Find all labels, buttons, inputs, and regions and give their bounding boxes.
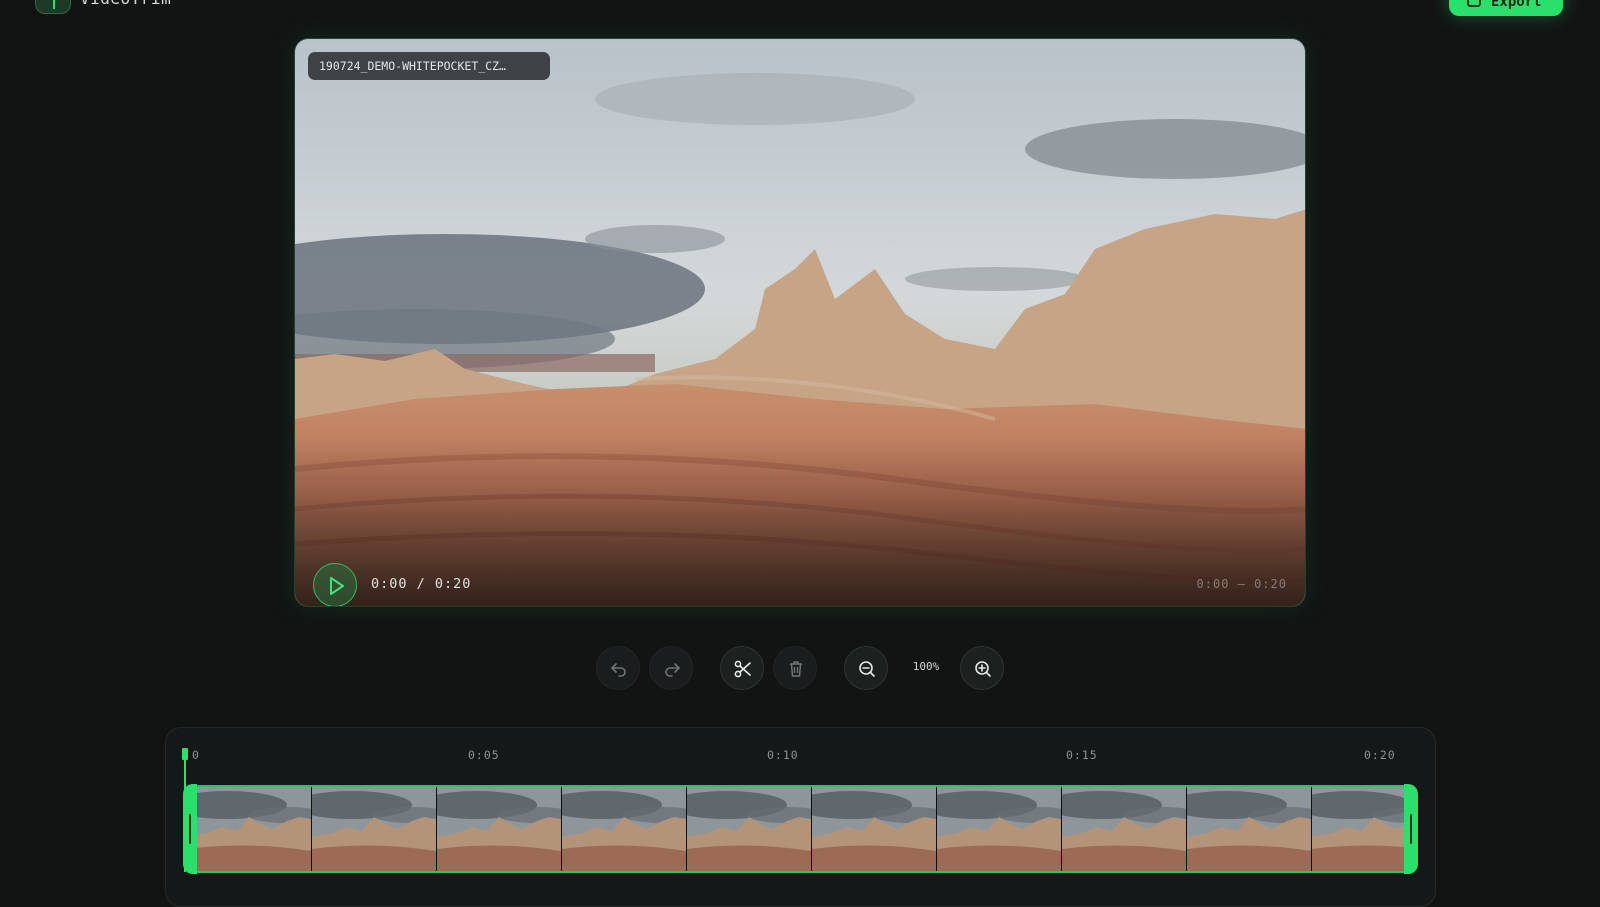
undo-button[interactable] bbox=[596, 646, 640, 690]
app-logo bbox=[35, 0, 71, 14]
zoom-level: 100% bbox=[912, 660, 940, 673]
filmstrip-frame bbox=[1062, 787, 1187, 871]
tick-label: 0:10 bbox=[767, 748, 799, 762]
playhead-knob[interactable] bbox=[182, 748, 188, 760]
export-icon bbox=[1467, 0, 1481, 7]
logo-icon bbox=[53, 0, 55, 9]
undo-icon bbox=[610, 663, 626, 677]
video-frame bbox=[295, 39, 1305, 606]
filmstrip[interactable] bbox=[185, 785, 1417, 873]
tick-label: 0:05 bbox=[468, 748, 500, 762]
filmstrip-frame bbox=[1312, 787, 1415, 871]
grip-icon bbox=[1410, 814, 1412, 844]
current-time-display: 0:00 / 0:20 bbox=[371, 576, 472, 592]
trim-end-handle[interactable] bbox=[1404, 784, 1418, 874]
filmstrip-frame bbox=[437, 787, 562, 871]
play-icon bbox=[330, 577, 344, 595]
redo-button[interactable] bbox=[649, 646, 693, 690]
trim-range-display: 0:00 – 0:20 bbox=[1196, 577, 1287, 591]
trash-icon bbox=[790, 661, 802, 677]
filmstrip-frame bbox=[187, 787, 312, 871]
filmstrip-frame bbox=[562, 787, 687, 871]
redo-icon bbox=[665, 663, 681, 677]
delete-button[interactable] bbox=[773, 646, 817, 690]
filmstrip-frame bbox=[312, 787, 437, 871]
playhead[interactable] bbox=[184, 752, 186, 872]
zoom-out-icon bbox=[859, 661, 875, 677]
file-name-chip: 190724_DEMO-WHITEPOCKET_CZ… bbox=[308, 52, 550, 80]
timeline-panel[interactable]: 0 0:05 0:10 0:15 0:20 bbox=[165, 727, 1436, 907]
tick-label: 0 bbox=[192, 748, 200, 762]
play-button[interactable] bbox=[313, 563, 357, 606]
zoom-in-button[interactable] bbox=[960, 646, 1004, 690]
export-label: Export bbox=[1491, 0, 1542, 10]
tick-label: 0:20 bbox=[1364, 748, 1396, 762]
zoom-in-icon bbox=[975, 661, 991, 677]
export-button[interactable]: Export bbox=[1449, 0, 1563, 16]
app-name: VideoTrim bbox=[80, 0, 171, 8]
zoom-out-button[interactable] bbox=[844, 646, 888, 690]
grip-icon bbox=[189, 814, 191, 844]
edit-toolbar: 100% bbox=[0, 646, 1600, 692]
top-bar: VideoTrim Export bbox=[0, 0, 1600, 20]
filmstrip-frame bbox=[937, 787, 1062, 871]
filmstrip-frame bbox=[812, 787, 937, 871]
tick-label: 0:15 bbox=[1066, 748, 1098, 762]
split-button[interactable] bbox=[720, 646, 764, 690]
filmstrip-frame bbox=[1187, 787, 1312, 871]
scissors-icon bbox=[734, 660, 751, 678]
video-player[interactable]: 190724_DEMO-WHITEPOCKET_CZ… 0:00 / 0:20 … bbox=[294, 38, 1306, 607]
filmstrip-frame bbox=[687, 787, 812, 871]
